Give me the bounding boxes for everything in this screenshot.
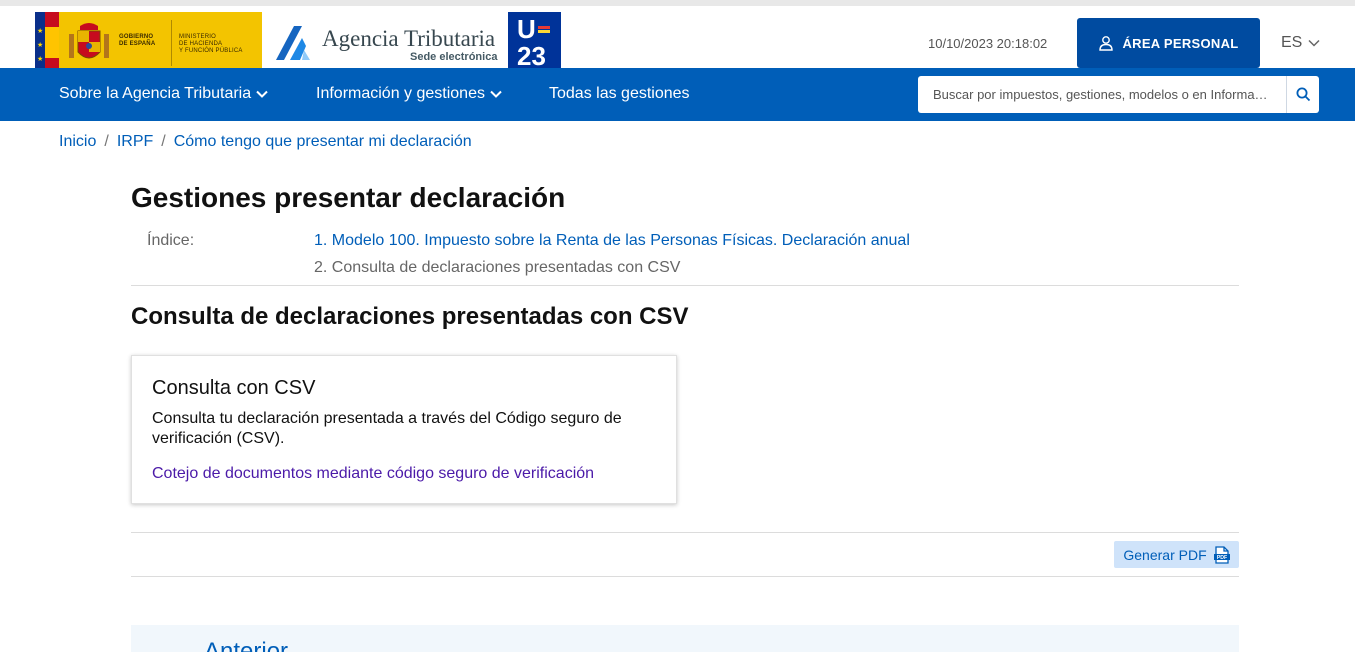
- nav-item-todas-las-gestiones[interactable]: Todas las gestiones: [549, 85, 690, 103]
- ue23-presidency-logo[interactable]: U 23: [508, 12, 561, 74]
- agency-subtitle: Sede electrónica: [410, 51, 498, 63]
- index-link-modelo-100[interactable]: 1. Modelo 100. Impuesto sobre la Renta d…: [314, 232, 910, 250]
- nav-item-sobre-la-agencia[interactable]: Sobre la Agencia Tributaria: [59, 85, 268, 103]
- search-box: [918, 76, 1319, 113]
- area-personal-button[interactable]: ÁREA PERSONAL: [1077, 18, 1260, 68]
- gobierno-text: GOBIERNO DE ESPAÑA: [119, 34, 156, 47]
- current-datetime: 10/10/2023 20:18:02: [928, 36, 1048, 51]
- area-personal-label: ÁREA PERSONAL: [1122, 35, 1239, 51]
- search-input[interactable]: [918, 76, 1286, 113]
- nav-item-label: Información y gestiones: [316, 85, 485, 102]
- user-icon: [1099, 36, 1114, 51]
- card-description: Consulta tu declaración presentada a tra…: [152, 410, 622, 447]
- consulta-csv-card: Consulta con CSV Consulta tu declaración…: [131, 355, 677, 504]
- divider: [131, 576, 1239, 577]
- language-label: ES: [1281, 34, 1303, 51]
- agency-name[interactable]: Agencia Tributaria: [322, 26, 495, 52]
- ministerio-text: MINISTERIO DE HACIENDA Y FUNCIÓN PÚBLICA: [179, 34, 243, 54]
- eu-flag-icon: ★ ★ ★: [35, 12, 45, 74]
- breadcrumb-como-presentar[interactable]: Cómo tengo que presentar mi declaración: [174, 133, 472, 151]
- breadcrumb-inicio[interactable]: Inicio: [59, 133, 96, 151]
- page-title: Gestiones presentar declaración: [131, 182, 566, 213]
- top-bar: ★ ★ ★ GOBIERNO DE ESPAÑA MINISTERIO DE H…: [0, 0, 1355, 74]
- search-icon: [1296, 87, 1310, 102]
- previous-page-box[interactable]: Anterior: [131, 625, 1239, 652]
- main-navigation: Sobre la Agencia Tributaria Información …: [0, 68, 1355, 121]
- nav-item-informacion-y-gestiones[interactable]: Información y gestiones: [316, 85, 502, 103]
- generar-pdf-label: Generar PDF: [1123, 546, 1207, 563]
- language-selector[interactable]: ES: [1281, 34, 1320, 52]
- generar-pdf-button[interactable]: Generar PDF PDF: [1114, 541, 1239, 568]
- nav-item-label: Sobre la Agencia Tributaria: [59, 85, 252, 102]
- cotejo-documentos-link[interactable]: Cotejo de documentos mediante código seg…: [152, 465, 594, 483]
- ue23-stripes-icon: [538, 26, 550, 36]
- ue23-letter-u: U: [517, 14, 536, 44]
- divider: [131, 285, 1239, 286]
- agencia-tributaria-logo-icon[interactable]: [272, 20, 318, 64]
- nav-item-label: Todas las gestiones: [549, 85, 690, 102]
- spain-flag-icon: [45, 12, 59, 74]
- chevron-down-icon: [256, 90, 268, 98]
- coat-of-arms-icon: [69, 23, 109, 59]
- breadcrumb: Inicio / IRPF / Cómo tengo que presentar…: [59, 133, 472, 151]
- previous-page-label[interactable]: Anterior: [204, 638, 288, 652]
- breadcrumb-irpf[interactable]: IRPF: [117, 133, 153, 151]
- chevron-down-icon: [490, 90, 502, 98]
- divider: [131, 532, 1239, 533]
- index-label: Índice:: [147, 232, 195, 249]
- gobierno-logo[interactable]: ★ ★ ★ GOBIERNO DE ESPAÑA MINISTERIO DE H…: [35, 12, 262, 74]
- svg-text:PDF: PDF: [1216, 555, 1226, 561]
- ue23-number: 23: [517, 41, 546, 71]
- logo-divider: [171, 20, 172, 66]
- breadcrumb-separator: /: [161, 133, 166, 150]
- card-title: Consulta con CSV: [152, 377, 316, 399]
- pdf-file-icon: PDF: [1213, 545, 1230, 564]
- breadcrumb-separator: /: [104, 133, 109, 150]
- chevron-down-icon: [1308, 39, 1320, 47]
- index-item-current: 2. Consulta de declaraciones presentadas…: [314, 259, 681, 276]
- section-title: Consulta de declaraciones presentadas co…: [131, 303, 689, 330]
- search-button[interactable]: [1286, 76, 1319, 113]
